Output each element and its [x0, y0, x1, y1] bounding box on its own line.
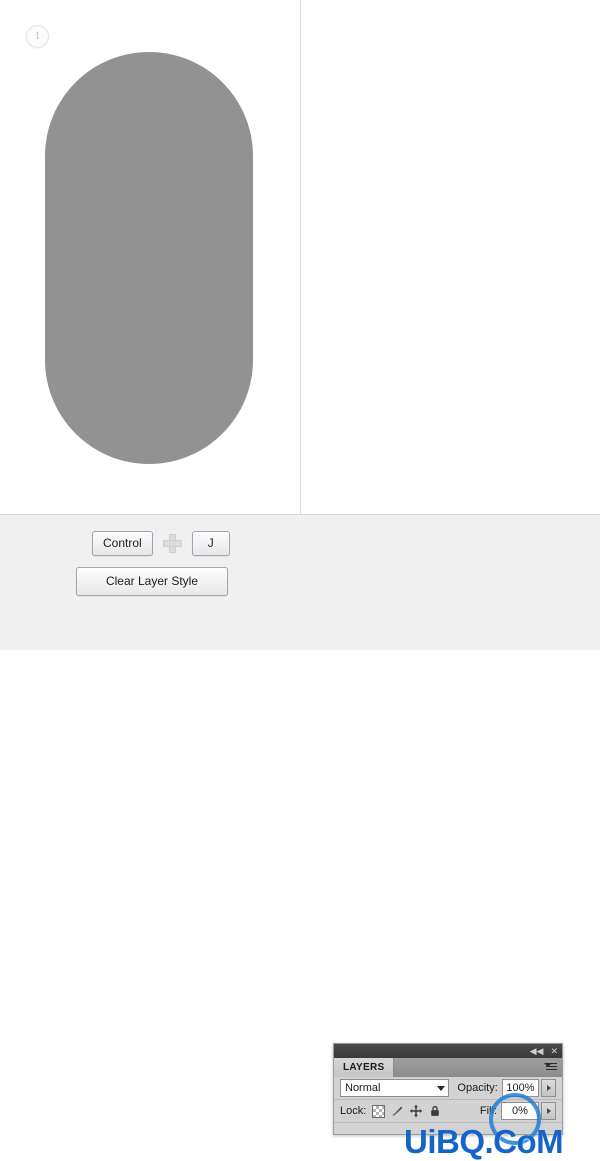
flat-gray-capsule-shape — [45, 52, 253, 464]
collapse-icon[interactable]: ◀◀ — [530, 1046, 544, 1056]
blend-mode-value: Normal — [345, 1082, 381, 1094]
lock-label: Lock: — [340, 1105, 367, 1117]
close-icon[interactable]: ✕ — [550, 1046, 558, 1056]
tutorial-canvas-area: 1 2 — [0, 0, 600, 515]
watermark: UiBQ.CoM — [404, 1123, 564, 1160]
opacity-label: Opacity: — [457, 1082, 498, 1094]
opacity-stepper[interactable] — [541, 1079, 556, 1097]
step-badge-1: 1 — [26, 25, 49, 48]
panel-menu-icon[interactable] — [544, 1062, 557, 1073]
bottom-toolbar-area: Control J Clear Layer Style ◀◀ ✕ LAYERS … — [0, 515, 600, 1160]
plus-icon — [162, 534, 182, 553]
lock-fill-row: Lock: Fill: 0% — [334, 1100, 562, 1123]
step-panel-1: 1 — [0, 0, 300, 514]
opacity-input[interactable]: 100% — [501, 1079, 540, 1097]
key-cap-j[interactable]: J — [191, 531, 230, 556]
clear-layer-style-button[interactable]: Clear Layer Style — [76, 567, 228, 596]
key-cap-control[interactable]: Control — [92, 531, 153, 556]
layers-panel: ◀◀ ✕ LAYERS Normal Opacity: 100% Lock: F… — [333, 1043, 563, 1135]
fill-input[interactable]: 0% — [501, 1102, 539, 1120]
panel-tabbar: LAYERS — [334, 1058, 562, 1077]
tab-layers[interactable]: LAYERS — [334, 1058, 395, 1077]
blend-mode-select[interactable]: Normal — [340, 1079, 450, 1097]
keyboard-shortcut-row: Control J — [92, 531, 230, 556]
lock-image-pixels-icon[interactable] — [390, 1104, 404, 1118]
lock-transparent-pixels-icon[interactable] — [372, 1104, 386, 1118]
panel-titlebar: ◀◀ ✕ — [334, 1044, 562, 1058]
step-panel-2: 2 — [301, 0, 600, 514]
blend-opacity-row: Normal Opacity: 100% — [334, 1077, 562, 1100]
lock-all-icon[interactable] — [428, 1104, 442, 1118]
fill-stepper[interactable] — [541, 1102, 556, 1120]
chevron-right-icon — [546, 1085, 551, 1091]
fill-label: Fill: — [479, 1105, 497, 1117]
chevron-down-icon — [437, 1085, 446, 1091]
lock-position-icon[interactable] — [409, 1104, 423, 1118]
chevron-right-icon — [546, 1108, 551, 1114]
